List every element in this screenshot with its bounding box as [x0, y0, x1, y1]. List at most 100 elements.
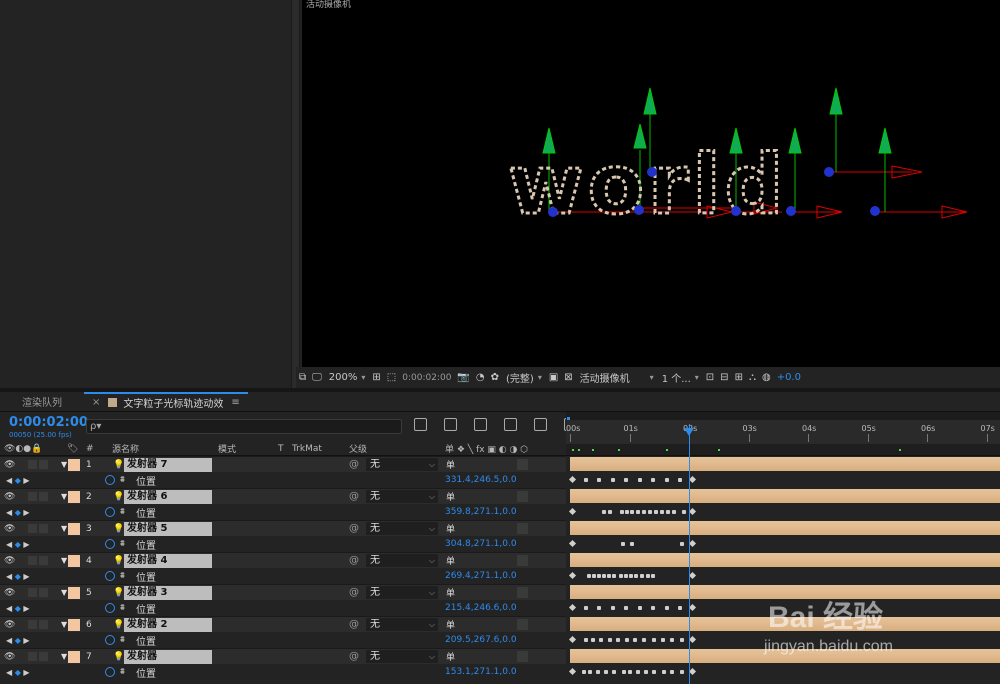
solo-toggle[interactable] [28, 460, 37, 469]
keyframe[interactable] [568, 475, 577, 484]
expand-triangle-icon[interactable]: ▼ [61, 652, 67, 661]
show-snapshot-icon[interactable]: ◔ [473, 367, 488, 388]
keyframe[interactable] [597, 478, 601, 482]
keyframe[interactable] [597, 574, 601, 578]
shy-layers-icon[interactable] [474, 418, 487, 431]
layer-duration-bar[interactable] [570, 489, 1000, 503]
property-value[interactable]: 359.8,271.1,0.0 [445, 507, 517, 517]
lock-toggle[interactable] [39, 652, 48, 661]
timeline-icon[interactable]: ⊞ [732, 367, 746, 388]
keyframe[interactable] [666, 510, 670, 514]
pick-whip-icon[interactable]: @ [349, 587, 359, 598]
keyframe[interactable] [592, 574, 596, 578]
col-source-name[interactable]: 源名称 [112, 442, 139, 455]
3d-layer-switch[interactable] [517, 459, 528, 470]
parent-select[interactable]: 无 ⌵ [366, 490, 438, 503]
keyframe[interactable] [654, 510, 658, 514]
keyframe[interactable] [624, 478, 628, 482]
keyframe[interactable] [608, 510, 612, 514]
property-row[interactable]: ◀ ◆ ▶ ⩩ 位置 359.8,271.1,0.0 [0, 504, 566, 520]
parent-select[interactable]: 无 ⌵ [366, 522, 438, 535]
layer-row[interactable]: 👁 ▼ 4 💡 发射器 4 @ 无 ⌵ 单 [0, 552, 566, 568]
visibility-eye-icon[interactable]: 👁 [4, 620, 15, 630]
keyframe[interactable] [621, 542, 625, 546]
keyframe[interactable] [638, 478, 642, 482]
lock-toggle[interactable] [39, 460, 48, 469]
shy-switch[interactable]: 单 [446, 586, 455, 599]
pick-whip-icon[interactable]: @ [349, 619, 359, 630]
always-preview-icon[interactable]: ⧉ [296, 367, 309, 388]
keyframe[interactable] [630, 542, 634, 546]
layer-row[interactable]: 👁 ▼ 3 💡 发射器 5 @ 无 ⌵ 单 [0, 520, 566, 536]
visibility-eye-icon[interactable]: 👁 [4, 524, 15, 534]
keyframe[interactable] [602, 574, 606, 578]
lock-toggle[interactable] [39, 588, 48, 597]
keyframe[interactable] [651, 574, 655, 578]
keyframe[interactable] [688, 539, 697, 548]
layer-label-swatch[interactable] [68, 458, 80, 471]
layer-row[interactable]: 👁 ▼ 1 💡 发射器 7 @ 无 ⌵ 单 [0, 456, 566, 472]
keyframe[interactable] [602, 510, 606, 514]
property-value[interactable]: 215.4,246.6,0.0 [445, 603, 517, 613]
keyframe[interactable] [670, 638, 674, 642]
camera-select[interactable]: 活动摄像机 ▾ [576, 367, 658, 388]
keyframe[interactable] [640, 574, 644, 578]
layer-row[interactable]: 👁 ▼ 5 💡 发射器 3 @ 无 ⌵ 单 [0, 584, 566, 600]
shy-switch[interactable]: 单 [446, 618, 455, 631]
keyframe-navigator[interactable]: ◀ ◆ ▶ [6, 476, 30, 485]
keyframe[interactable] [662, 670, 666, 674]
keyframe[interactable] [625, 638, 629, 642]
keyframe[interactable] [660, 510, 664, 514]
property-row[interactable]: ◀ ◆ ▶ ⩩ 位置 331.4,246.5,0.0 [0, 472, 566, 488]
visibility-eye-icon[interactable]: 👁 [4, 492, 15, 502]
keyframe-navigator[interactable]: ◀ ◆ ▶ [6, 572, 30, 581]
pick-whip-icon[interactable]: @ [349, 651, 359, 662]
keyframe[interactable] [678, 478, 682, 482]
keyframe[interactable] [568, 635, 577, 644]
graph-icon[interactable]: ⩩ [120, 475, 125, 485]
fast-preview-icon[interactable]: ⊟ [717, 367, 731, 388]
keyframe[interactable] [628, 670, 632, 674]
keyframe[interactable] [611, 478, 615, 482]
keyframe[interactable] [642, 638, 646, 642]
keyframe[interactable] [680, 542, 684, 546]
keyframe[interactable] [634, 574, 638, 578]
property-value[interactable]: 304.8,271.1,0.0 [445, 539, 517, 549]
solo-toggle[interactable] [28, 588, 37, 597]
stopwatch-icon[interactable] [105, 475, 115, 485]
keyframe[interactable] [688, 667, 697, 676]
solo-toggle[interactable] [28, 556, 37, 565]
keyframe[interactable] [688, 475, 697, 484]
layer-label-swatch[interactable] [68, 554, 80, 567]
pick-whip-icon[interactable]: @ [349, 459, 359, 470]
shy-switch[interactable]: 单 [446, 458, 455, 471]
keyframe[interactable] [624, 574, 628, 578]
solo-toggle[interactable] [28, 652, 37, 661]
keyframe[interactable] [612, 574, 616, 578]
layer-name[interactable]: 发射器 6 [124, 489, 212, 504]
region-icon[interactable]: ▣ [546, 367, 561, 388]
keyframe-diamond-icon[interactable]: ◆ [15, 508, 21, 517]
monitor-icon[interactable]: 🖵 [309, 367, 325, 388]
keyframe[interactable] [619, 574, 623, 578]
motion-blur-icon[interactable] [534, 418, 547, 431]
stopwatch-icon[interactable] [105, 539, 115, 549]
keyframe-diamond-icon[interactable]: ◆ [15, 636, 21, 645]
property-row[interactable]: ◀ ◆ ▶ ⩩ 位置 269.4,271.1,0.0 [0, 568, 566, 584]
visibility-eye-icon[interactable]: 👁 [4, 588, 15, 598]
current-timecode[interactable]: 0:00:02:00 [9, 415, 88, 430]
expand-triangle-icon[interactable]: ▼ [61, 524, 67, 533]
transparency-grid-icon[interactable]: ⊠ [561, 367, 575, 388]
property-value[interactable]: 153.1,271.1,0.0 [445, 667, 517, 677]
resolution-select[interactable]: (完整) ▾ [502, 367, 546, 388]
layer-label-swatch[interactable] [68, 650, 80, 663]
viewer-timecode[interactable]: 0:00:02:00 [399, 367, 454, 388]
views-select[interactable]: 1 个... ▾ [658, 367, 703, 388]
keyframe-navigator[interactable]: ◀ ◆ ▶ [6, 636, 30, 645]
keyframe[interactable] [688, 635, 697, 644]
solo-toggle[interactable] [28, 524, 37, 533]
parent-select[interactable]: 无 ⌵ [366, 650, 438, 663]
snapshot-icon[interactable]: 📷 [454, 367, 472, 388]
tab-render-queue[interactable]: 渲染队列 [0, 392, 70, 412]
keyframe[interactable] [652, 638, 656, 642]
